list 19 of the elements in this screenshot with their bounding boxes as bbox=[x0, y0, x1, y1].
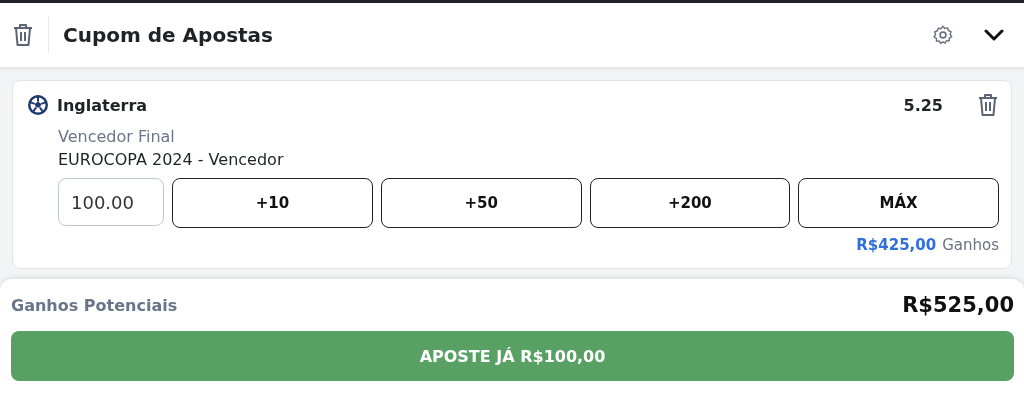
team-name: Inglaterra bbox=[57, 95, 149, 115]
settings-icon[interactable] bbox=[932, 24, 954, 46]
coupon-title: Cupom de Apostas bbox=[63, 23, 275, 47]
soccer-ball-icon bbox=[27, 94, 49, 116]
stake-input[interactable]: 100.00 bbox=[58, 178, 164, 226]
winnings-amount: R$425,00 bbox=[856, 236, 937, 254]
trash-icon[interactable] bbox=[12, 23, 34, 47]
quick-stake-button[interactable]: +10 bbox=[172, 178, 373, 228]
potential-winnings-amount: R$525,00 bbox=[902, 293, 1014, 317]
quick-stake-button[interactable]: +50 bbox=[380, 178, 582, 228]
chevron-down-icon[interactable] bbox=[984, 29, 1004, 41]
potential-winnings-label: Ganhos Potenciais bbox=[11, 295, 178, 315]
event-name: EUROCOPA 2024 - Vencedor bbox=[58, 150, 285, 169]
odds-value: 5.25 bbox=[903, 95, 943, 115]
quick-stake-button[interactable]: MÁX bbox=[798, 178, 999, 228]
winnings-label: Ganhos bbox=[942, 236, 999, 254]
market-name: Vencedor Final bbox=[58, 127, 176, 146]
quick-stake-button[interactable]: +200 bbox=[589, 178, 791, 228]
trash-icon[interactable] bbox=[977, 93, 999, 117]
